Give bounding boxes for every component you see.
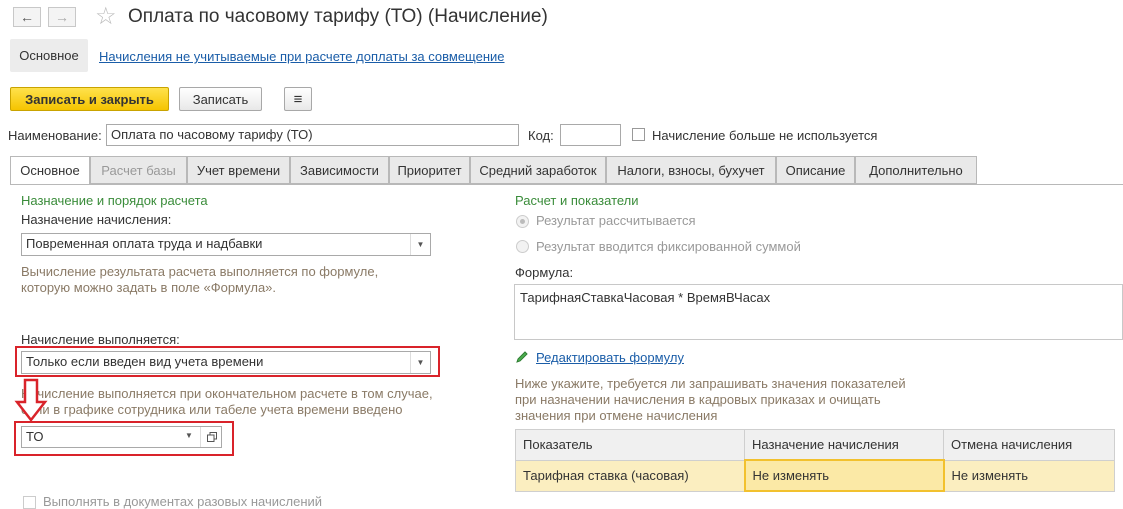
save-and-close-button[interactable]: Записать и закрыть (10, 87, 169, 111)
table-cell[interactable]: Не изменять (943, 459, 1115, 492)
table-cell[interactable]: Тарифная ставка (часовая) (515, 459, 745, 492)
indicators-hint-line2: при назначении начисления в кадровых при… (515, 392, 881, 407)
right-section-title: Расчет и показатели (515, 193, 639, 208)
pencil-icon[interactable] (515, 350, 529, 364)
unused-checkbox[interactable] (632, 128, 645, 141)
column-header[interactable]: Показатель (515, 429, 745, 461)
indicators-table: Показатель Назначение начисления Отмена … (515, 429, 1115, 492)
chevron-down-icon[interactable]: ▼ (410, 234, 430, 255)
radio-fixed-label: Результат вводится фиксированной суммой (536, 239, 801, 254)
nav-link-not-counted[interactable]: Начисления не учитываемые при расчете до… (99, 49, 505, 64)
purpose-value: Повременная оплата труда и надбавки (26, 236, 263, 251)
favorite-star-icon[interactable]: ☆ (95, 2, 117, 31)
name-label: Наименование: (8, 128, 102, 143)
tab-dependencies[interactable]: Зависимости (290, 156, 389, 184)
document-list-button[interactable]: ≡ (284, 87, 312, 111)
forward-button[interactable]: → (48, 7, 76, 27)
performed-label: Начисление выполняется: (21, 332, 180, 347)
indicators-hint-line1: Ниже укажите, требуется ли запрашивать з… (515, 376, 906, 391)
tab-main[interactable]: Основное (10, 156, 90, 185)
column-header[interactable]: Назначение начисления (744, 429, 944, 461)
radio-calculated-label: Результат рассчитывается (536, 213, 696, 228)
formula-label: Формула: (515, 265, 574, 280)
arrow-right-icon: → (55, 9, 69, 25)
one-time-checkbox[interactable] (23, 496, 36, 509)
save-button[interactable]: Записать (179, 87, 262, 111)
tab-divider (10, 184, 1123, 185)
formula-field[interactable]: ТарифнаяСтавкаЧасовая * ВремяВЧасах (514, 284, 1123, 340)
tab-description[interactable]: Описание (776, 156, 855, 184)
table-cell-selected[interactable]: Не изменять (743, 459, 945, 492)
highlight-time-kind (14, 421, 234, 456)
table-header-row: Показатель Назначение начисления Отмена … (515, 429, 1115, 461)
left-section-title: Назначение и порядок расчета (21, 193, 208, 208)
table-row[interactable]: Тарифная ставка (часовая) Не изменять Не… (515, 459, 1115, 492)
column-header[interactable]: Отмена начисления (943, 429, 1115, 461)
purpose-select[interactable]: Повременная оплата труда и надбавки ▼ (21, 233, 431, 256)
tab-taxes[interactable]: Налоги, взносы, бухучет (606, 156, 776, 184)
code-label: Код: (528, 128, 554, 143)
purpose-label: Назначение начисления: (21, 212, 172, 227)
tab-priority[interactable]: Приоритет (389, 156, 470, 184)
formula-hint-line1: Вычисление результата расчета выполняетс… (21, 264, 379, 279)
tab-time-accounting[interactable]: Учет времени (187, 156, 290, 184)
arrow-left-icon: ← (20, 9, 34, 25)
formula-hint-line2: которую можно задать в поле «Формула». (21, 280, 277, 295)
name-input[interactable]: Оплата по часовому тарифу (ТО) (106, 124, 519, 146)
highlight-performed (15, 346, 440, 377)
tab-average-earnings[interactable]: Средний заработок (470, 156, 606, 184)
nav-main-tab[interactable]: Основное (10, 39, 88, 72)
unused-label: Начисление больше не используется (652, 128, 878, 143)
red-arrow-down-icon (14, 378, 48, 423)
page-title: Оплата по часовому тарифу (ТО) (Начислен… (128, 6, 548, 27)
performed-hint-line1: Начисление выполняется при окончательном… (21, 386, 433, 401)
tab-base-calc[interactable]: Расчет базы (90, 156, 187, 184)
back-button[interactable]: ← (13, 7, 41, 27)
code-input[interactable] (560, 124, 621, 146)
document-icon: ≡ (293, 90, 303, 108)
tab-additional[interactable]: Дополнительно (855, 156, 977, 184)
edit-formula-link[interactable]: Редактировать формулу (536, 350, 684, 365)
radio-calculated[interactable] (516, 215, 529, 228)
radio-fixed[interactable] (516, 240, 529, 253)
performed-hint-line2: если в графике сотрудника или табеле уче… (21, 402, 403, 417)
indicators-hint-line3: значения при отмене начисления (515, 408, 718, 423)
